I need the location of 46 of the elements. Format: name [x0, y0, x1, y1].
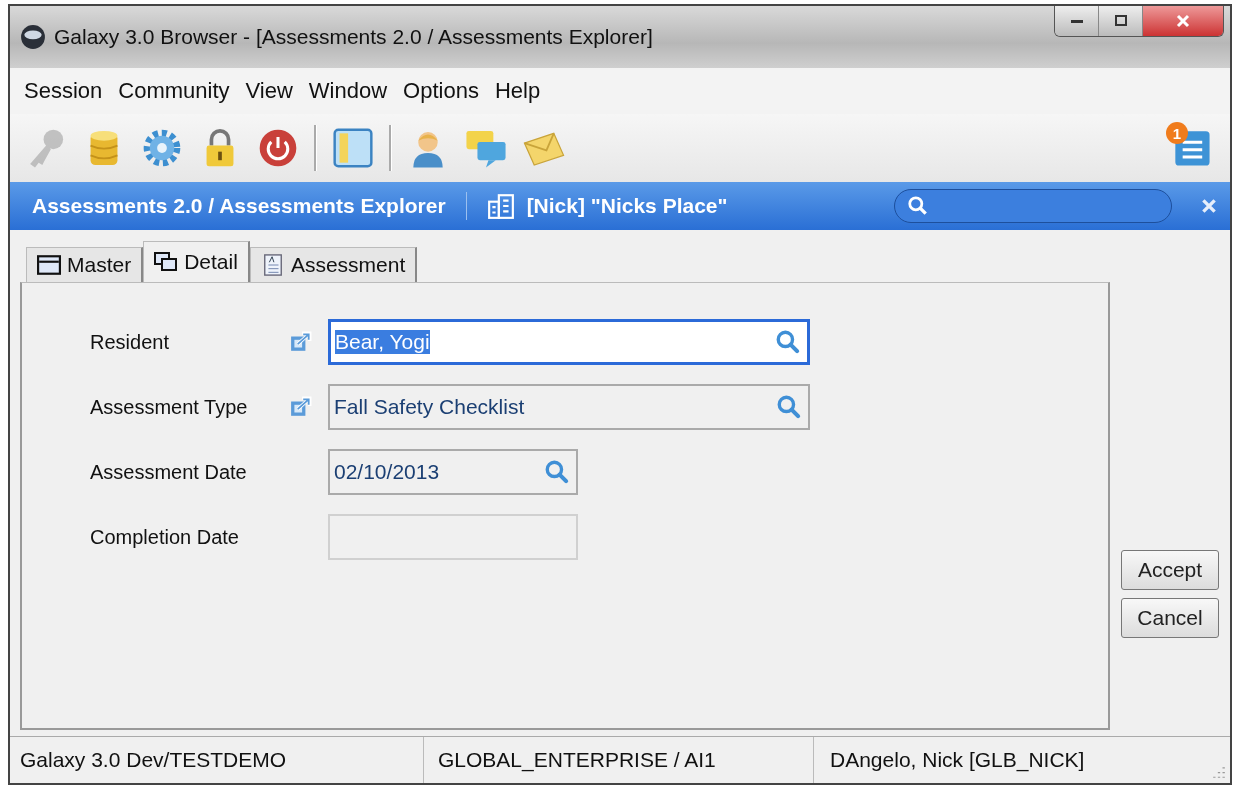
- resize-grip-icon[interactable]: [1212, 765, 1226, 779]
- dialog-button[interactable]: Cancel: [1121, 598, 1219, 638]
- status-text: GLOBAL_ENTERPRISE / AI1: [424, 737, 814, 783]
- link-icon[interactable]: [290, 331, 312, 353]
- link-icon[interactable]: [290, 396, 312, 418]
- tab[interactable]: Master: [26, 247, 144, 282]
- tab-label: Detail: [184, 250, 238, 274]
- window-title: Galaxy 3.0 Browser - [Assessments 2.0 / Assessments Explorer]: [54, 25, 654, 49]
- dialog-button[interactable]: Accept: [1121, 550, 1219, 590]
- tab[interactable]: Detail: [143, 241, 250, 282]
- menu-item[interactable]: Help: [494, 78, 541, 104]
- windows-icon: [154, 251, 179, 273]
- input-field[interactable]: 02/10/2013: [328, 449, 578, 495]
- menu-item[interactable]: Community: [118, 78, 230, 104]
- app-logo-icon: [20, 24, 46, 50]
- status-text: Galaxy 3.0 Dev/TESTDEMO: [10, 737, 424, 783]
- tab[interactable]: Assessment: [249, 247, 418, 282]
- facility-name: [Nick] "Nicks Place": [526, 194, 728, 218]
- search-icon[interactable]: [775, 329, 801, 355]
- field-label: Assessment Date: [90, 460, 248, 484]
- input-field[interactable]: Bear, Yogi: [328, 319, 810, 365]
- panel-icon[interactable]: [331, 126, 375, 170]
- search-field[interactable]: [894, 189, 1172, 223]
- menu-item[interactable]: View: [245, 78, 293, 104]
- window-icon: [37, 254, 61, 276]
- building-icon: [486, 193, 515, 219]
- field-label: Assessment Type: [90, 395, 249, 419]
- breadcrumb: Assessments 2.0 / Assessments Explorer: [32, 194, 446, 218]
- field-label: Resident: [90, 330, 170, 354]
- search-icon[interactable]: [544, 459, 570, 485]
- field-label: Completion Date: [90, 525, 240, 549]
- status-text: DAngelo, Nick [GLB_NICK]: [829, 747, 1086, 774]
- minimize-icon: [1070, 19, 1083, 23]
- minimize-button[interactable]: [1055, 6, 1099, 36]
- input-field[interactable]: Fall Safety Checklist: [328, 384, 810, 430]
- close-icon[interactable]: [1200, 197, 1218, 215]
- notification-badge: 1: [1166, 122, 1188, 144]
- menu-item[interactable]: Options: [403, 78, 479, 104]
- tab-label: Assessment: [290, 253, 406, 277]
- tab-label: Master: [67, 253, 132, 277]
- menu-item[interactable]: Window: [308, 78, 388, 104]
- search-icon: [907, 195, 929, 217]
- menu-item[interactable]: Session: [24, 78, 103, 104]
- search-icon[interactable]: [776, 394, 802, 420]
- close-button[interactable]: [1143, 6, 1223, 36]
- maximize-button[interactable]: [1099, 6, 1143, 36]
